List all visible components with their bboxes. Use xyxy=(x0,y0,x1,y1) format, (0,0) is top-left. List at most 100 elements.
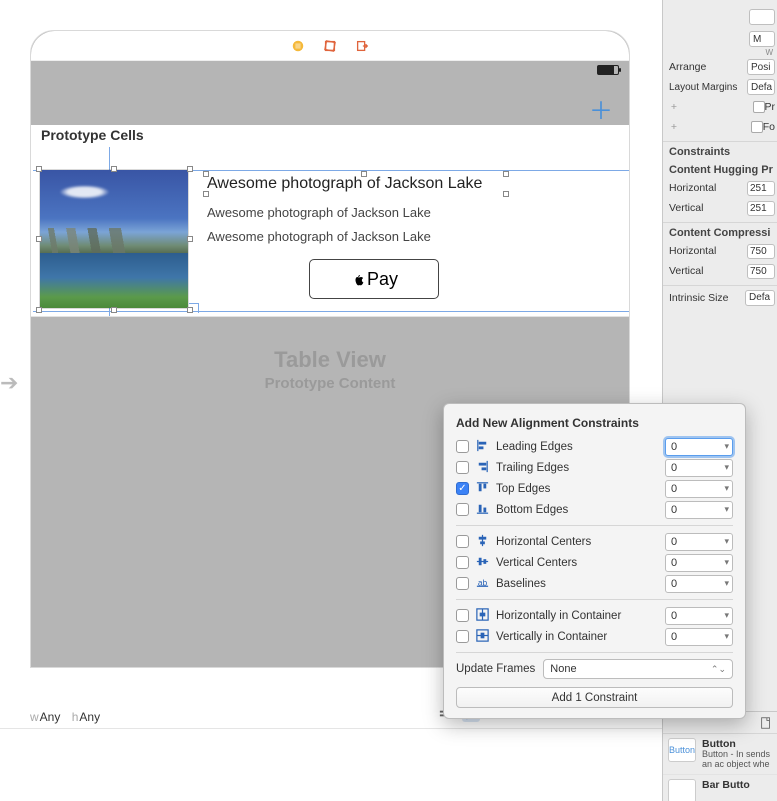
align-row-vcenters: Vertical Centers 0▾ xyxy=(456,552,733,573)
hugging-v-field[interactable]: 251 xyxy=(747,201,775,216)
align-label-hcenters: Horizontal Centers xyxy=(496,536,659,548)
arrange-popup[interactable]: Posi xyxy=(747,59,775,75)
document-icon[interactable] xyxy=(759,716,773,730)
library-item-bar-button[interactable]: Bar Butto xyxy=(662,775,777,801)
compress-h-field[interactable]: 750 xyxy=(747,244,775,259)
compression-header: Content Compressi xyxy=(663,222,777,241)
navigation-bar[interactable]: ＋ xyxy=(31,81,629,125)
align-check-vcontainer[interactable] xyxy=(456,630,469,643)
align-row-trailing: Trailing Edges 0▾ xyxy=(456,457,733,478)
align-icon-baselines: ab xyxy=(475,575,490,593)
svg-text:ab: ab xyxy=(478,577,488,587)
align-row-baselines: ab Baselines 0▾ xyxy=(456,573,733,594)
tableview-placeholder-title: Table View xyxy=(31,347,629,373)
align-row-top: Top Edges 0▾ xyxy=(456,478,733,499)
popover-title: Add New Alignment Constraints xyxy=(456,416,733,430)
align-value-trailing[interactable]: 0▾ xyxy=(665,459,733,477)
align-icon-vcontainer xyxy=(475,628,490,646)
arrange-label: Arrange xyxy=(669,61,706,73)
align-check-hcenters[interactable] xyxy=(456,535,469,548)
align-row-hcontainer: Horizontally in Container 0▾ xyxy=(456,605,733,626)
align-value-vcenters[interactable]: 0▾ xyxy=(665,554,733,572)
align-value-hcontainer[interactable]: 0▾ xyxy=(665,607,733,625)
hugging-header: Content Hugging Pr xyxy=(663,160,777,178)
segue-arrow-icon: ➔ xyxy=(0,370,18,396)
inspector-sublabel: W xyxy=(663,48,777,57)
library-swatch xyxy=(668,779,696,801)
cell-subtitle-1[interactable]: Awesome photograph of Jackson Lake xyxy=(207,205,431,220)
align-icon-hcontainer xyxy=(475,607,490,625)
constraints-header: Constraints xyxy=(663,141,777,160)
prototype-cells-header: Prototype Cells xyxy=(31,125,629,147)
align-check-baselines[interactable] xyxy=(456,577,469,590)
follow-checkbox[interactable] xyxy=(751,121,763,133)
cell-image-view[interactable] xyxy=(39,169,189,309)
scene-toolbar[interactable] xyxy=(31,31,629,61)
alignment-constraints-popover: Add New Alignment Constraints Leading Ed… xyxy=(443,403,746,719)
apple-pay-button[interactable]: Pay xyxy=(309,259,439,299)
align-icon-top xyxy=(475,480,490,498)
align-label-baselines: Baselines xyxy=(496,578,659,590)
apple-logo-icon xyxy=(350,271,364,287)
plus-icon[interactable]: + xyxy=(669,121,679,133)
cell-title-label[interactable]: Awesome photograph of Jackson Lake xyxy=(207,175,482,193)
preserve-label: Pr xyxy=(765,101,776,113)
size-class-control[interactable]: wAny hAny xyxy=(30,710,108,724)
object-library: Button Button Button - In sends an ac ob… xyxy=(662,711,777,801)
plus-icon[interactable]: + xyxy=(669,101,679,113)
library-swatch: Button xyxy=(668,738,696,762)
align-row-bottom: Bottom Edges0▾ xyxy=(456,499,733,520)
layout-margins-popup[interactable]: Defa xyxy=(747,79,775,95)
add-constraints-button[interactable]: Add 1 Constraint xyxy=(456,687,733,708)
align-check-top[interactable] xyxy=(456,482,469,495)
hugging-h-label: Horizontal xyxy=(669,182,716,194)
align-icon-hcenters xyxy=(475,533,490,551)
first-responder-icon[interactable] xyxy=(323,39,337,53)
compress-v-field[interactable]: 750 xyxy=(747,264,775,279)
update-frames-select[interactable]: None ⌃⌄ xyxy=(543,659,733,679)
hugging-h-field[interactable]: 251 xyxy=(747,181,775,196)
inspector-field[interactable]: M xyxy=(749,31,775,47)
align-row-hcenters: Horizontal Centers 0▾ xyxy=(456,531,733,552)
update-frames-label: Update Frames xyxy=(456,663,535,675)
apple-pay-label: Pay xyxy=(367,269,398,290)
align-label-trailing: Trailing Edges xyxy=(496,462,659,474)
align-icon-bottom xyxy=(475,501,490,519)
align-value-hcenters[interactable]: 0▾ xyxy=(665,533,733,551)
align-value-vcontainer[interactable]: 0▾ xyxy=(665,628,733,646)
compress-h-label: Horizontal xyxy=(669,245,716,257)
align-check-vcenters[interactable] xyxy=(456,556,469,569)
align-row-vcontainer: Vertically in Container0▾ xyxy=(456,626,733,647)
align-icon-vcenters xyxy=(475,554,490,572)
prototype-cell[interactable]: Awesome photograph of Jackson Lake Aweso… xyxy=(31,147,629,317)
preserve-checkbox[interactable] xyxy=(753,101,765,113)
follow-label: Fo xyxy=(763,121,775,133)
align-check-trailing[interactable] xyxy=(456,461,469,474)
library-item-desc: Button - In sends an ac object whe xyxy=(702,750,771,770)
align-check-hcontainer[interactable] xyxy=(456,609,469,622)
align-value-leading[interactable]: 0▾ xyxy=(665,438,733,456)
align-value-bottom[interactable]: 0▾ xyxy=(665,501,733,519)
align-value-top[interactable]: 0▾ xyxy=(665,480,733,498)
intrinsic-popup[interactable]: Defa xyxy=(745,290,775,306)
align-label-hcontainer: Horizontally in Container xyxy=(496,610,659,622)
landscape-image xyxy=(40,170,188,308)
align-check-bottom[interactable] xyxy=(456,503,469,516)
inspector-field[interactable] xyxy=(749,9,775,25)
align-label-vcenters: Vertical Centers xyxy=(496,557,659,569)
align-label-leading: Leading Edges xyxy=(496,441,659,453)
tableview-placeholder: Table View Prototype Content xyxy=(31,347,629,392)
battery-icon xyxy=(597,65,619,75)
align-icon-leading xyxy=(475,438,490,456)
cell-subtitle-2[interactable]: Awesome photograph of Jackson Lake xyxy=(207,229,431,244)
align-icon-trailing xyxy=(475,459,490,477)
status-bar xyxy=(31,61,629,81)
file-owner-icon[interactable] xyxy=(291,39,305,53)
intrinsic-label: Intrinsic Size xyxy=(669,292,729,304)
align-check-leading[interactable] xyxy=(456,440,469,453)
add-bar-button[interactable]: ＋ xyxy=(589,91,613,126)
exit-icon[interactable] xyxy=(355,39,369,53)
align-value-baselines[interactable]: 0▾ xyxy=(665,575,733,593)
align-label-top: Top Edges xyxy=(496,483,659,495)
library-item-button[interactable]: Button Button Button - In sends an ac ob… xyxy=(662,734,777,775)
